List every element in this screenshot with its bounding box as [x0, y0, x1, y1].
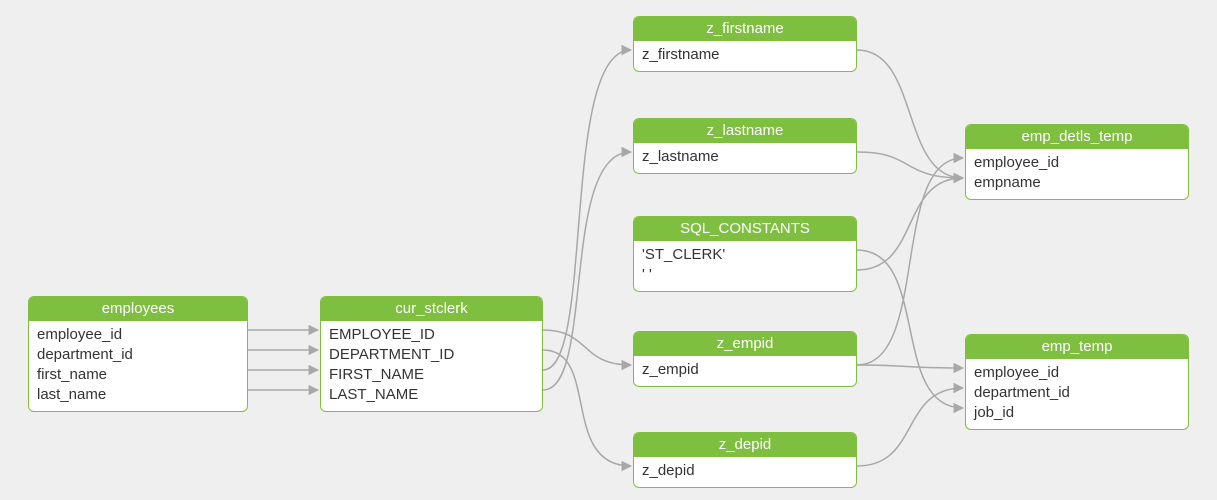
- edge: [543, 152, 631, 390]
- field: employee_id: [37, 325, 239, 345]
- node-title: z_empid: [634, 332, 856, 356]
- node-emp-detls-temp[interactable]: emp_detls_temp employee_id empname: [965, 124, 1189, 200]
- diagram-canvas: employees employee_id department_id firs…: [0, 0, 1217, 500]
- edge: [543, 350, 631, 466]
- field: employee_id: [974, 363, 1180, 383]
- field: department_id: [37, 345, 239, 365]
- field: employee_id: [974, 153, 1180, 173]
- node-z-depid[interactable]: z_depid z_depid: [633, 432, 857, 488]
- field: FIRST_NAME: [329, 365, 534, 385]
- edge: [857, 365, 963, 368]
- edge: [857, 158, 963, 365]
- field: last_name: [37, 385, 239, 405]
- field: LAST_NAME: [329, 385, 534, 405]
- edge: [543, 50, 631, 370]
- node-title: cur_stclerk: [321, 297, 542, 321]
- field: department_id: [974, 383, 1180, 403]
- field: first_name: [37, 365, 239, 385]
- edge: [857, 250, 963, 408]
- edge: [857, 388, 963, 466]
- edge: [543, 330, 631, 365]
- field: z_empid: [642, 360, 848, 380]
- node-cur-stclerk[interactable]: cur_stclerk EMPLOYEE_ID DEPARTMENT_ID FI…: [320, 296, 543, 412]
- field: z_firstname: [642, 45, 848, 65]
- field: z_lastname: [642, 147, 848, 167]
- edge: [857, 152, 963, 178]
- node-z-lastname[interactable]: z_lastname z_lastname: [633, 118, 857, 174]
- node-title: z_depid: [634, 433, 856, 457]
- node-z-empid[interactable]: z_empid z_empid: [633, 331, 857, 387]
- field: EMPLOYEE_ID: [329, 325, 534, 345]
- field: 'ST_CLERK': [642, 245, 848, 265]
- field: job_id: [974, 403, 1180, 423]
- node-title: emp_temp: [966, 335, 1188, 359]
- field: z_depid: [642, 461, 848, 481]
- field: DEPARTMENT_ID: [329, 345, 534, 365]
- node-emp-temp[interactable]: emp_temp employee_id department_id job_i…: [965, 334, 1189, 430]
- node-title: emp_detls_temp: [966, 125, 1188, 149]
- node-title: z_firstname: [634, 17, 856, 41]
- node-sql-constants[interactable]: SQL_CONSTANTS 'ST_CLERK' ' ': [633, 216, 857, 292]
- edge: [857, 50, 963, 178]
- node-employees[interactable]: employees employee_id department_id firs…: [28, 296, 248, 412]
- node-title: SQL_CONSTANTS: [634, 217, 856, 241]
- node-z-firstname[interactable]: z_firstname z_firstname: [633, 16, 857, 72]
- field: ' ': [642, 265, 848, 285]
- field: empname: [974, 173, 1180, 193]
- edge: [857, 178, 963, 270]
- node-title: z_lastname: [634, 119, 856, 143]
- node-title: employees: [29, 297, 247, 321]
